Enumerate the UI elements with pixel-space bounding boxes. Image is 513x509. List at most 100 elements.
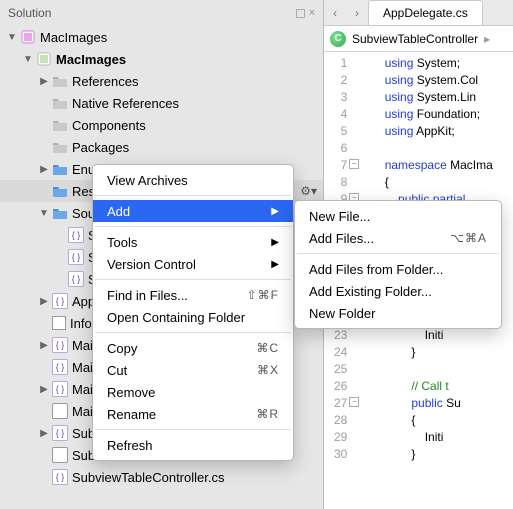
folder-icon [52,73,68,89]
project-icon [36,51,52,67]
tree-folder-components[interactable]: ▶Components [0,114,323,136]
folder-label: Components [72,118,146,133]
plist-file-icon [52,316,66,330]
csharp-file-icon [52,293,68,309]
menu-label: Add Files from Folder... [309,262,443,277]
csharp-file-icon [52,337,68,353]
menu-item-vcs[interactable]: Version Control▶ [93,253,293,275]
breadcrumb-label: SubviewTableController [352,32,478,46]
tab-label: AppDelegate.cs [383,6,468,20]
menu-separator [95,429,291,430]
chevron-down-icon[interactable]: ▼ [6,32,18,43]
menu-item-cut[interactable]: Cut ⌘X [93,359,293,381]
folder-icon [52,139,68,155]
shortcut-label: ⌘R [256,407,279,421]
menu-label: Tools [107,235,137,250]
folder-label: Packages [72,140,129,155]
submenu-item-add-files[interactable]: Add Files... ⌥⌘A [295,227,501,249]
menu-label: New Folder [309,306,375,321]
csharp-file-icon [52,381,68,397]
menu-separator [95,195,291,196]
csharp-file-icon [52,425,68,441]
folder-label: Native References [72,96,179,111]
dock-icon[interactable] [296,9,305,18]
chevron-right-icon[interactable]: ▶ [38,76,50,87]
folder-icon [52,161,68,177]
project-node[interactable]: ▼ MacImages [0,48,323,70]
folder-icon [52,117,68,133]
panel-title: Solution [8,6,51,20]
csharp-file-icon [68,249,84,265]
submenu-item-existing-folder[interactable]: Add Existing Folder... [295,280,501,302]
menu-item-remove[interactable]: Remove [93,381,293,403]
chevron-right-icon[interactable]: ▶ [38,340,50,351]
menu-separator [95,226,291,227]
menu-label: Refresh [107,438,153,453]
shortcut-label: ⇧⌘F [247,288,279,302]
menu-item-add[interactable]: Add ▶ [93,200,293,222]
shortcut-label: ⌘C [256,341,279,355]
solution-label: MacImages [40,30,107,45]
project-label: MacImages [56,52,126,67]
document-tab[interactable]: AppDelegate.cs [368,0,483,25]
gear-icon[interactable]: ⚙▾ [300,184,317,198]
folder-icon [52,183,68,199]
class-icon: C [330,31,346,47]
submenu-item-from-folder[interactable]: Add Files from Folder... [295,258,501,280]
menu-item-tools[interactable]: Tools ▶ [93,231,293,253]
menu-item-find[interactable]: Find in Files... ⇧⌘F [93,284,293,306]
chevron-right-icon[interactable]: ▶ [38,296,50,307]
csharp-file-icon [52,469,68,485]
menu-item-copy[interactable]: Copy ⌘C [93,337,293,359]
solution-icon [20,29,36,45]
tab-prev-icon[interactable]: ‹ [324,6,346,20]
menu-separator [297,253,499,254]
chevron-right-icon: ▸ [484,32,490,46]
menu-item-refresh[interactable]: Refresh [93,434,293,456]
submenu-item-new-folder[interactable]: New Folder [295,302,501,324]
menu-label: Copy [107,341,137,356]
shortcut-label: ⌘X [257,363,279,377]
csharp-file-icon [52,359,68,375]
chevron-right-icon[interactable]: ▶ [38,428,50,439]
chevron-down-icon[interactable]: ▼ [22,54,34,65]
context-submenu-add: New File... Add Files... ⌥⌘A Add Files fr… [294,200,502,329]
context-menu: View Archives Add ▶ Tools ▶ Version Contro… [92,164,294,461]
tree-folder-native[interactable]: ▶Native References [0,92,323,114]
chevron-right-icon[interactable]: ▶ [38,164,50,175]
shortcut-label: ⌥⌘A [450,231,487,245]
menu-separator [95,332,291,333]
panel-header: Solution × [0,0,323,26]
chevron-right-icon[interactable]: ▶ [38,384,50,395]
csharp-file-icon [68,227,84,243]
file-label: SubviewTableController.cs [72,470,224,485]
chevron-down-icon[interactable]: ▼ [38,208,50,219]
document-tabs: ‹ › AppDelegate.cs [324,0,513,26]
tree-file[interactable]: ▶SubviewTableController.cs [0,466,323,488]
menu-item-open-folder[interactable]: Open Containing Folder [93,306,293,328]
menu-item-archives[interactable]: View Archives [93,169,293,191]
solution-node[interactable]: ▼ MacImages [0,26,323,48]
submenu-item-new-file[interactable]: New File... [295,205,501,227]
menu-label: Remove [107,385,155,400]
menu-label: Rename [107,407,156,422]
menu-item-rename[interactable]: Rename ⌘R [93,403,293,425]
tab-next-icon[interactable]: › [346,6,368,20]
tree-folder-packages[interactable]: ▶Packages [0,136,323,158]
submenu-arrow-icon: ▶ [271,237,279,248]
menu-label: New File... [309,209,370,224]
menu-label: Cut [107,363,127,378]
submenu-arrow-icon: ▶ [271,206,279,217]
panel-window-controls: × [296,7,315,19]
folder-icon [52,95,68,111]
submenu-arrow-icon: ▶ [271,259,279,270]
tree-folder-references[interactable]: ▶References [0,70,323,92]
menu-label: Find in Files... [107,288,188,303]
menu-label: View Archives [107,173,188,188]
close-icon[interactable]: × [309,7,315,19]
csharp-file-icon [68,271,84,287]
folder-icon [52,205,68,221]
menu-label: Add [107,204,130,219]
breadcrumb[interactable]: C SubviewTableController ▸ [324,26,513,52]
menu-label: Add Files... [309,231,374,246]
